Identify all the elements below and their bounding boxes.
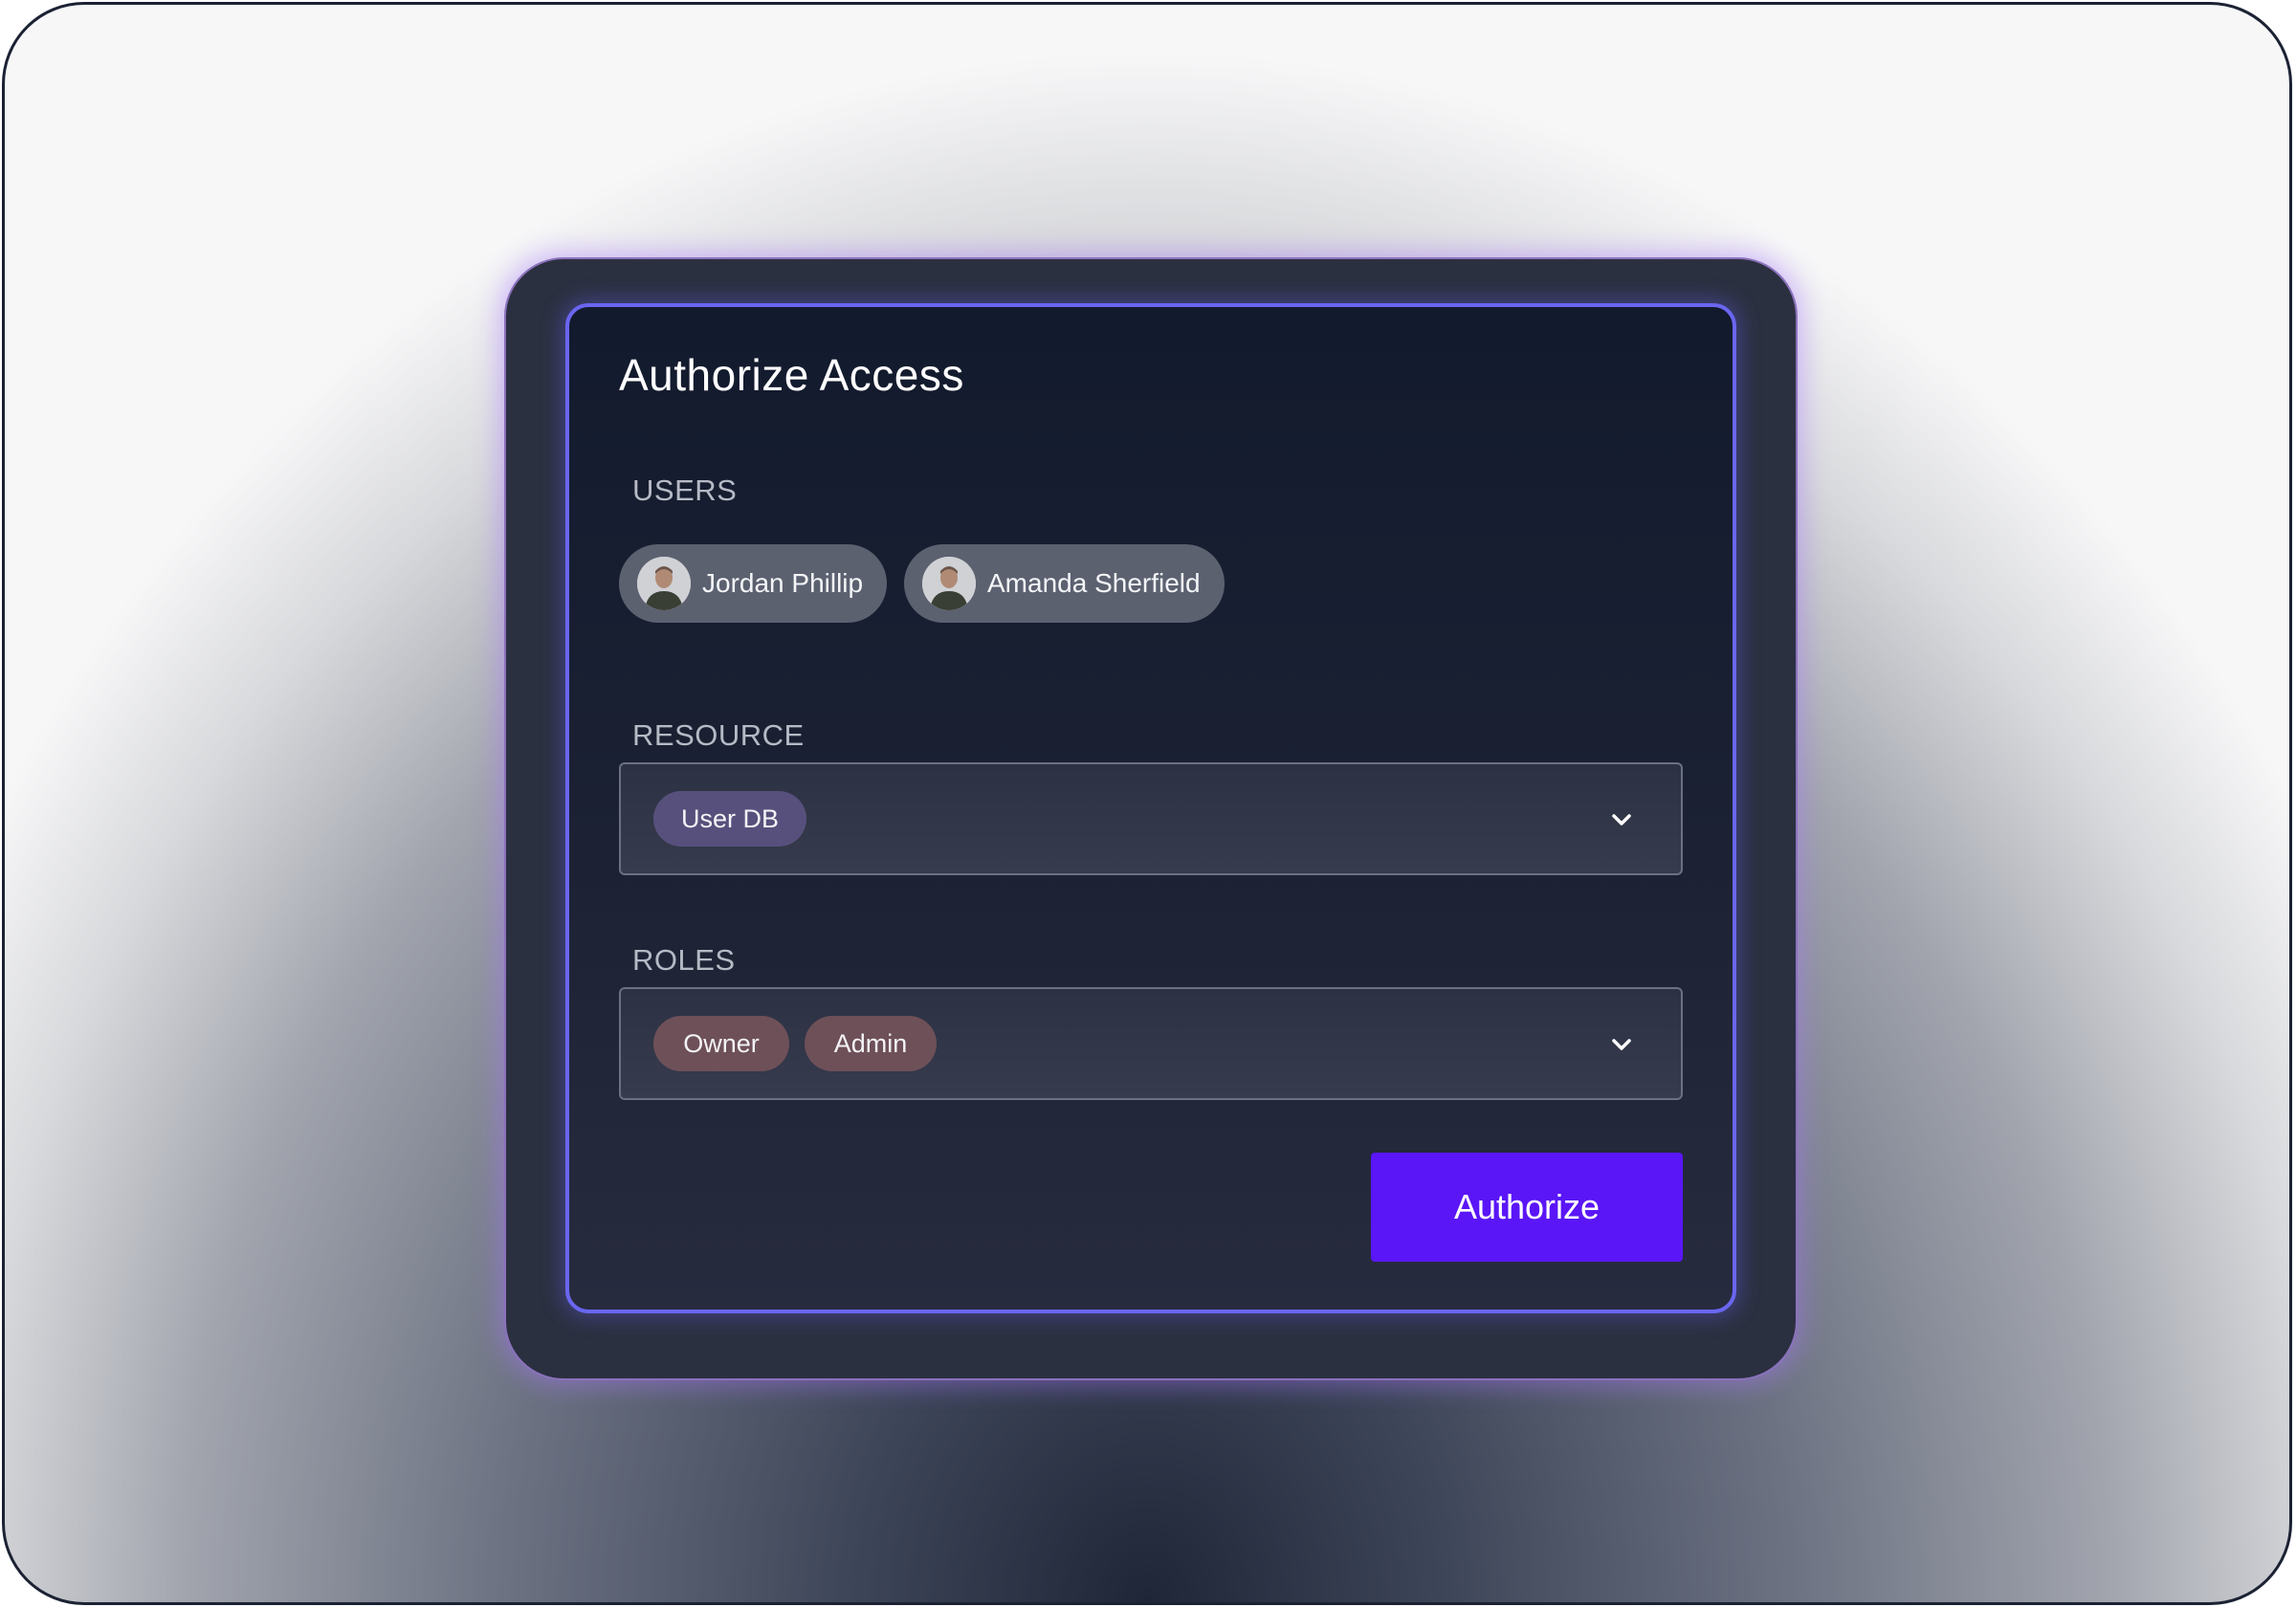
- user-chip-jordan-phillip[interactable]: Jordan Phillip: [619, 544, 887, 623]
- resource-tag[interactable]: User DB: [653, 791, 806, 847]
- authorize-button[interactable]: Authorize: [1371, 1153, 1683, 1262]
- roles-label: ROLES: [632, 943, 736, 977]
- chevron-down-icon[interactable]: [1608, 806, 1635, 833]
- users-label: USERS: [632, 473, 738, 507]
- user-chip-name: Jordan Phillip: [702, 568, 864, 598]
- resource-label: RESOURCE: [632, 718, 805, 752]
- app-frame: Authorize Access USERS Jordan Phillip Am…: [2, 2, 2292, 1605]
- user-chip-name: Amanda Sherfield: [987, 568, 1201, 598]
- chevron-down-icon[interactable]: [1608, 1031, 1635, 1058]
- user-avatar-icon: [922, 557, 976, 610]
- roles-select[interactable]: Owner Admin: [619, 987, 1683, 1100]
- user-chip-amanda-sherfield[interactable]: Amanda Sherfield: [904, 544, 1225, 623]
- role-tag-admin[interactable]: Admin: [805, 1016, 937, 1071]
- user-avatar-icon: [637, 557, 691, 610]
- page-title: Authorize Access: [619, 350, 964, 400]
- resource-select[interactable]: User DB: [619, 762, 1683, 875]
- role-tag-owner[interactable]: Owner: [653, 1016, 789, 1071]
